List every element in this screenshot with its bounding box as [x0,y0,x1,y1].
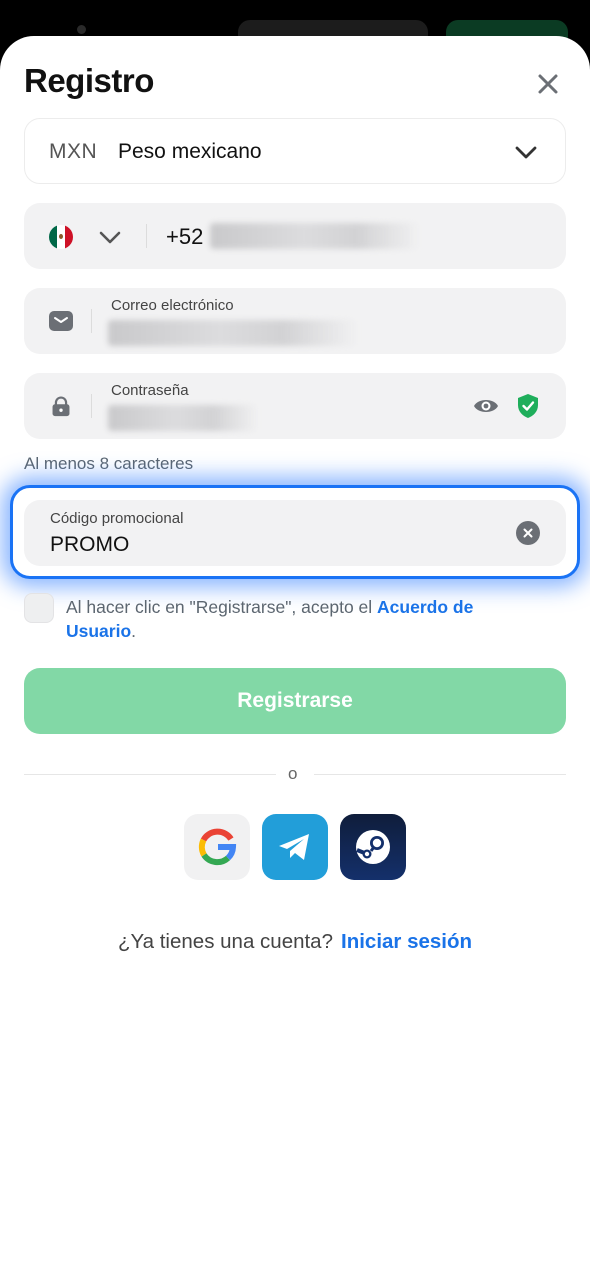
promo-code-field[interactable]: Código promocional PROMO [24,500,566,566]
terms-prefix: Al hacer clic en "Registrarse", acepto e… [66,597,378,617]
phone-number-redacted [210,223,420,249]
login-link[interactable]: Iniciar sesión [341,930,472,953]
currency-select[interactable]: MXN Peso mexicano [24,118,566,184]
telegram-icon [279,834,309,860]
email-value-redacted [108,320,358,346]
phone-field[interactable]: +52 [24,203,566,269]
promo-label: Código promocional [50,510,184,527]
steam-login-button[interactable] [340,814,406,880]
password-field[interactable]: Contraseña [24,373,566,439]
email-field[interactable]: Correo electrónico [24,288,566,354]
registration-sheet: Registro MXN Peso mexicano +52 Correo el… [0,36,590,1280]
modal-title: Registro [24,62,154,99]
steam-icon [356,830,390,864]
eye-icon[interactable] [472,394,500,418]
chevron-down-icon [515,146,537,159]
email-separator [91,309,92,333]
mexico-flag-icon [49,225,73,249]
terms-text: Al hacer clic en "Registrarse", acepto e… [66,595,546,643]
divider-text: o [288,764,298,783]
divider-right [314,774,566,775]
password-label: Contraseña [111,382,189,399]
country-chevron-down-icon[interactable] [98,225,122,249]
password-separator [91,394,92,418]
terms-checkbox[interactable] [24,593,54,623]
currency-name: Peso mexicano [118,140,262,163]
phone-separator [146,224,147,248]
clear-icon [523,528,533,538]
telegram-login-button[interactable] [262,814,328,880]
currency-code: MXN [49,140,98,163]
close-icon [538,74,558,94]
register-button[interactable]: Registrarse [24,668,566,734]
divider-left [24,774,276,775]
password-value-redacted [108,405,258,431]
password-hint: Al menos 8 caracteres [24,454,194,473]
phone-prefix: +52 [166,224,204,249]
google-login-button[interactable] [184,814,250,880]
promo-value[interactable]: PROMO [50,533,129,557]
login-question: ¿Ya tienes una cuenta? [117,930,333,953]
close-button[interactable] [528,64,568,104]
google-icon [198,828,237,866]
shield-check-icon [518,394,538,418]
lock-icon [52,396,70,417]
background-dot [77,25,86,34]
email-label: Correo electrónico [111,297,234,314]
terms-end: . [131,621,137,641]
login-prompt: ¿Ya tienes una cuenta? Iniciar sesión [0,930,590,954]
clear-promo-button[interactable] [516,521,540,545]
mail-icon [49,311,73,331]
